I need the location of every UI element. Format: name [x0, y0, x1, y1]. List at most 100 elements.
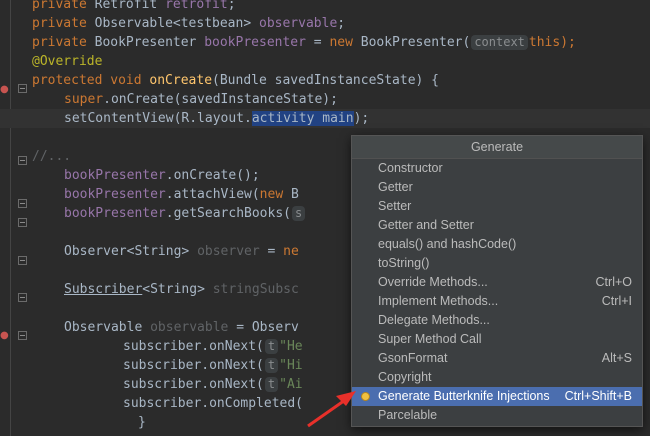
code-line: private Observable<testbean> observable;: [0, 14, 650, 33]
code-token: = Observ: [228, 320, 299, 335]
popup-item[interactable]: Super Method Call: [352, 330, 642, 349]
fold-icon[interactable]: [18, 156, 27, 165]
code-token: Observable<testbean>: [94, 16, 259, 31]
param-hint: context: [471, 35, 528, 50]
popup-item-shortcut: Alt+S: [601, 351, 632, 365]
code-token: <String>: [142, 282, 213, 297]
popup-item-label: equals() and hashCode(): [378, 237, 517, 251]
code-token: ;: [337, 16, 346, 31]
popup-item-label: Parcelable: [378, 408, 438, 422]
code-token: //...: [32, 149, 72, 164]
popup-item[interactable]: Delegate Methods...: [352, 311, 642, 330]
code-token: bookPresenter: [64, 206, 166, 221]
code-token: ne: [283, 244, 299, 259]
code-token: observable: [150, 320, 229, 335]
code-token: private: [32, 16, 95, 31]
code-token: activity main: [251, 111, 354, 126]
code-token: BookPresenter: [94, 35, 205, 50]
fold-icon[interactable]: [18, 256, 27, 265]
code-token: new: [329, 35, 361, 50]
butterknife-icon: [361, 392, 370, 401]
param-hint: t: [264, 339, 279, 354]
param-hint: s: [291, 206, 306, 221]
popup-item[interactable]: Constructor: [352, 159, 642, 178]
code-line: private Retrofit retrofit;: [0, 0, 650, 14]
code-token: new: [259, 187, 291, 202]
fold-icon[interactable]: [18, 331, 27, 340]
code-token: this);: [528, 35, 576, 50]
popup-item-label: Delegate Methods...: [378, 313, 490, 327]
code-token: subscriber.onNext(: [123, 358, 264, 373]
param-hint: t: [264, 377, 279, 392]
code-token: subscriber.onCompleted(: [123, 396, 304, 411]
code-token: Subscriber: [64, 282, 143, 297]
code-token: .getSearchBooks(: [165, 206, 291, 221]
code-token: .onCreate(savedInstanceState);: [103, 92, 338, 107]
fold-icon[interactable]: [18, 199, 27, 208]
generate-popup[interactable]: Generate Constructor Getter Setter Getter a…: [351, 135, 643, 427]
code-token: observer: [197, 244, 260, 259]
code-token: ;: [227, 0, 236, 12]
popup-item-label: GsonFormat: [378, 351, 448, 365]
popup-item[interactable]: Copyright: [352, 368, 642, 387]
code-token: protected void: [32, 73, 150, 88]
code-token: private: [32, 0, 95, 12]
popup-item[interactable]: GsonFormat Alt+S: [352, 349, 642, 368]
popup-item-shortcut: Ctrl+Shift+B: [564, 389, 632, 403]
param-hint: t: [264, 358, 279, 373]
popup-item-label: Getter: [378, 180, 413, 194]
popup-item-label: Setter: [378, 199, 412, 213]
code-token: subscriber.onNext(: [123, 377, 264, 392]
popup-item-label: Generate Butterknife Injections: [378, 389, 550, 403]
override-gutter-icon[interactable]: ●: [0, 330, 9, 342]
code-line: protected void onCreate(Bundle savedInst…: [0, 71, 650, 90]
popup-item-label: toString(): [378, 256, 430, 270]
code-token: @Override: [32, 54, 103, 69]
popup-item-label: Getter and Setter: [378, 218, 474, 232]
code-token: stringSubsc: [212, 282, 299, 297]
popup-item[interactable]: Parcelable: [352, 406, 642, 425]
string-literal: "Hi: [279, 358, 303, 373]
popup-item[interactable]: Generate Butterknife Injections Ctrl+Shif…: [352, 387, 642, 406]
popup-item[interactable]: toString(): [352, 254, 642, 273]
code-token: B: [290, 187, 299, 202]
popup-item[interactable]: Getter and Setter: [352, 216, 642, 235]
popup-item-label: Constructor: [378, 161, 443, 175]
popup-item[interactable]: Override Methods... Ctrl+O: [352, 273, 642, 292]
popup-item[interactable]: Setter: [352, 197, 642, 216]
popup-item-label: Override Methods...: [378, 275, 488, 289]
popup-item-shortcut: Ctrl+I: [601, 294, 632, 308]
popup-item-label: Implement Methods...: [378, 294, 499, 308]
code-token: retrofit: [165, 0, 228, 12]
code-token: .attachView(: [165, 187, 260, 202]
code-token: BookPresenter(: [360, 35, 471, 50]
code-token: bookPresenter: [64, 168, 166, 183]
code-token: observable: [259, 16, 338, 31]
popup-item[interactable]: Getter: [352, 178, 642, 197]
code-token: subscriber.onNext(: [123, 339, 264, 354]
override-gutter-icon[interactable]: ●: [0, 84, 9, 96]
popup-item-label: Super Method Call: [378, 332, 482, 346]
code-token: onCreate: [149, 73, 213, 88]
string-literal: "Ai: [279, 377, 303, 392]
fold-icon[interactable]: [18, 293, 27, 302]
fold-icon[interactable]: [18, 218, 27, 227]
code-token: Observer<String>: [64, 244, 198, 259]
code-line: private BookPresenter bookPresenter = ne…: [0, 33, 650, 52]
code-line: super.onCreate(savedInstanceState);: [0, 90, 650, 109]
code-token: );: [353, 111, 370, 126]
popup-item[interactable]: equals() and hashCode(): [352, 235, 642, 254]
code-token: Retrofit: [94, 0, 166, 12]
code-token: =: [259, 244, 284, 259]
popup-title: Generate: [352, 136, 642, 159]
code-token: }: [138, 415, 146, 430]
code-token: (Bundle savedInstanceState) {: [212, 73, 440, 88]
string-literal: "He: [279, 339, 303, 354]
fold-icon[interactable]: [18, 84, 27, 93]
popup-item-shortcut: Ctrl+O: [595, 275, 632, 289]
code-token: setContentView(R.layout.: [64, 111, 252, 126]
code-token: .onCreate();: [165, 168, 260, 183]
code-token: Observable: [64, 320, 151, 335]
code-token: super: [64, 92, 104, 107]
popup-item[interactable]: Implement Methods... Ctrl+I: [352, 292, 642, 311]
